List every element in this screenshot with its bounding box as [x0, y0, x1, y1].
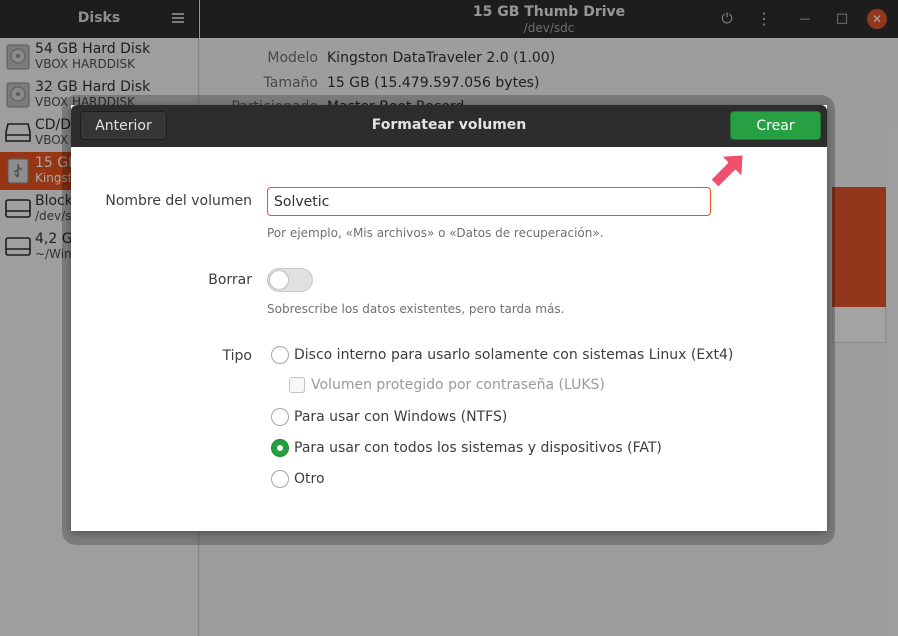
radio-ntfs[interactable]	[271, 408, 289, 426]
erase-toggle[interactable]	[267, 268, 313, 292]
option-ntfs-label: Para usar con Windows (NTFS)	[294, 409, 508, 425]
toggle-knob	[269, 270, 289, 290]
option-fat[interactable]: Para usar con todos los sistemas y dispo…	[271, 439, 662, 457]
option-other-label: Otro	[294, 471, 325, 487]
volume-name-hint: Por ejemplo, «Mis archivos» o «Datos de …	[267, 226, 604, 240]
volume-name-label: Nombre del volumen	[105, 193, 252, 209]
erase-hint: Sobrescribe los datos existentes, pero t…	[267, 302, 565, 316]
option-ext4-label: Disco interno para usarlo solamente con …	[294, 347, 734, 363]
option-luks-label: Volumen protegido por contraseña (LUKS)	[311, 377, 605, 393]
option-luks: Volumen protegido por contraseña (LUKS)	[289, 377, 605, 393]
radio-ext4[interactable]	[271, 346, 289, 364]
dialog-title: Formatear volumen	[371, 117, 527, 133]
volume-name-input[interactable]	[267, 187, 711, 216]
create-button[interactable]: Crear	[730, 111, 821, 140]
option-ext4[interactable]: Disco interno para usarlo solamente con …	[271, 346, 733, 364]
option-other[interactable]: Otro	[271, 470, 325, 488]
erase-label: Borrar	[208, 272, 252, 288]
pointer-arrow-icon	[704, 145, 754, 197]
radio-fat[interactable]	[271, 439, 289, 457]
option-ntfs[interactable]: Para usar con Windows (NTFS)	[271, 408, 507, 426]
radio-other[interactable]	[271, 470, 289, 488]
dialog-header: Anterior Formatear volumen Crear	[71, 105, 827, 147]
option-fat-label: Para usar con todos los sistemas y dispo…	[294, 440, 662, 456]
checkbox-luks	[289, 377, 305, 393]
type-label: Tipo	[222, 348, 252, 364]
